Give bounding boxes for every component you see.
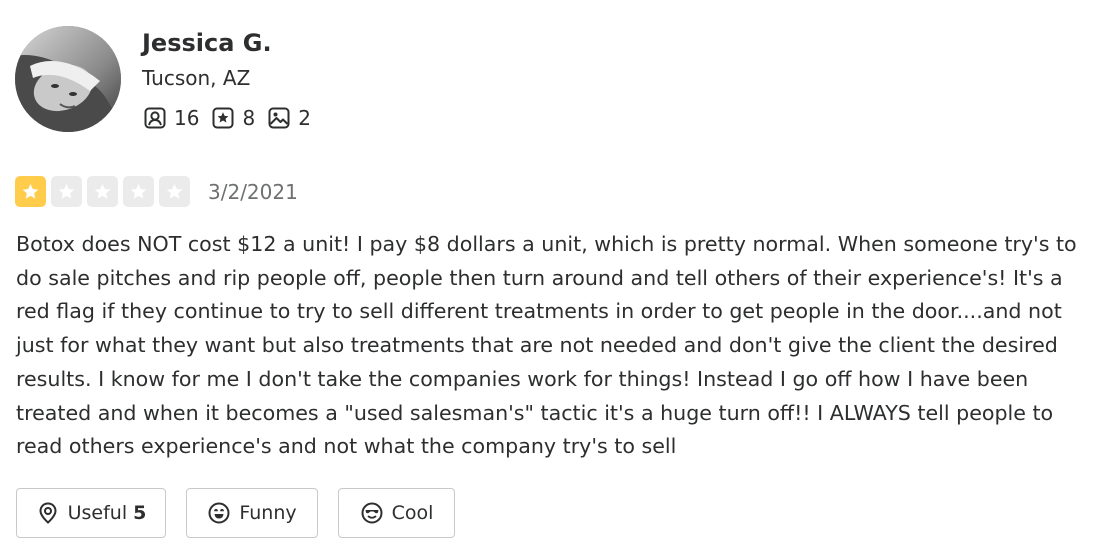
friends-count: 16 — [174, 106, 200, 130]
review-date: 3/2/2021 — [208, 179, 298, 204]
star-icon — [159, 176, 190, 207]
useful-label: Useful — [67, 502, 128, 524]
star-icon — [15, 176, 46, 207]
user-stats: 16 8 2 — [143, 104, 323, 132]
useful-button[interactable]: Useful 5 — [16, 488, 166, 538]
avatar[interactable] — [15, 26, 121, 132]
photo-icon — [268, 107, 290, 129]
rating-row: 3/2/2021 — [15, 176, 298, 207]
review-text: Botox does NOT cost $12 a unit! I pay $8… — [16, 232, 1077, 459]
cool-label: Cool — [391, 502, 434, 524]
friends-icon — [144, 107, 166, 129]
user-location: Tucson, AZ — [142, 66, 251, 90]
photos-stat: 2 — [267, 104, 311, 132]
cool-button[interactable]: Cool — [338, 488, 455, 538]
star-icon — [123, 176, 154, 207]
funny-face-icon — [208, 502, 230, 524]
avatar-photo — [15, 26, 121, 132]
user-name[interactable]: Jessica G. — [142, 27, 272, 59]
useful-count: 5 — [133, 502, 147, 524]
review-actions: Useful 5 Funny Cool — [16, 488, 475, 538]
cool-face-icon — [361, 502, 383, 524]
funny-label: Funny — [239, 502, 297, 524]
star-icon — [51, 176, 82, 207]
funny-button[interactable]: Funny — [186, 488, 318, 538]
friends-stat: 16 — [143, 104, 199, 132]
reviews-count: 8 — [242, 106, 256, 130]
star-icon — [87, 176, 118, 207]
review-star-icon — [212, 107, 234, 129]
star-rating — [15, 176, 195, 207]
useful-icon — [39, 502, 57, 524]
reviews-stat: 8 — [211, 104, 255, 132]
photos-count: 2 — [298, 106, 311, 130]
